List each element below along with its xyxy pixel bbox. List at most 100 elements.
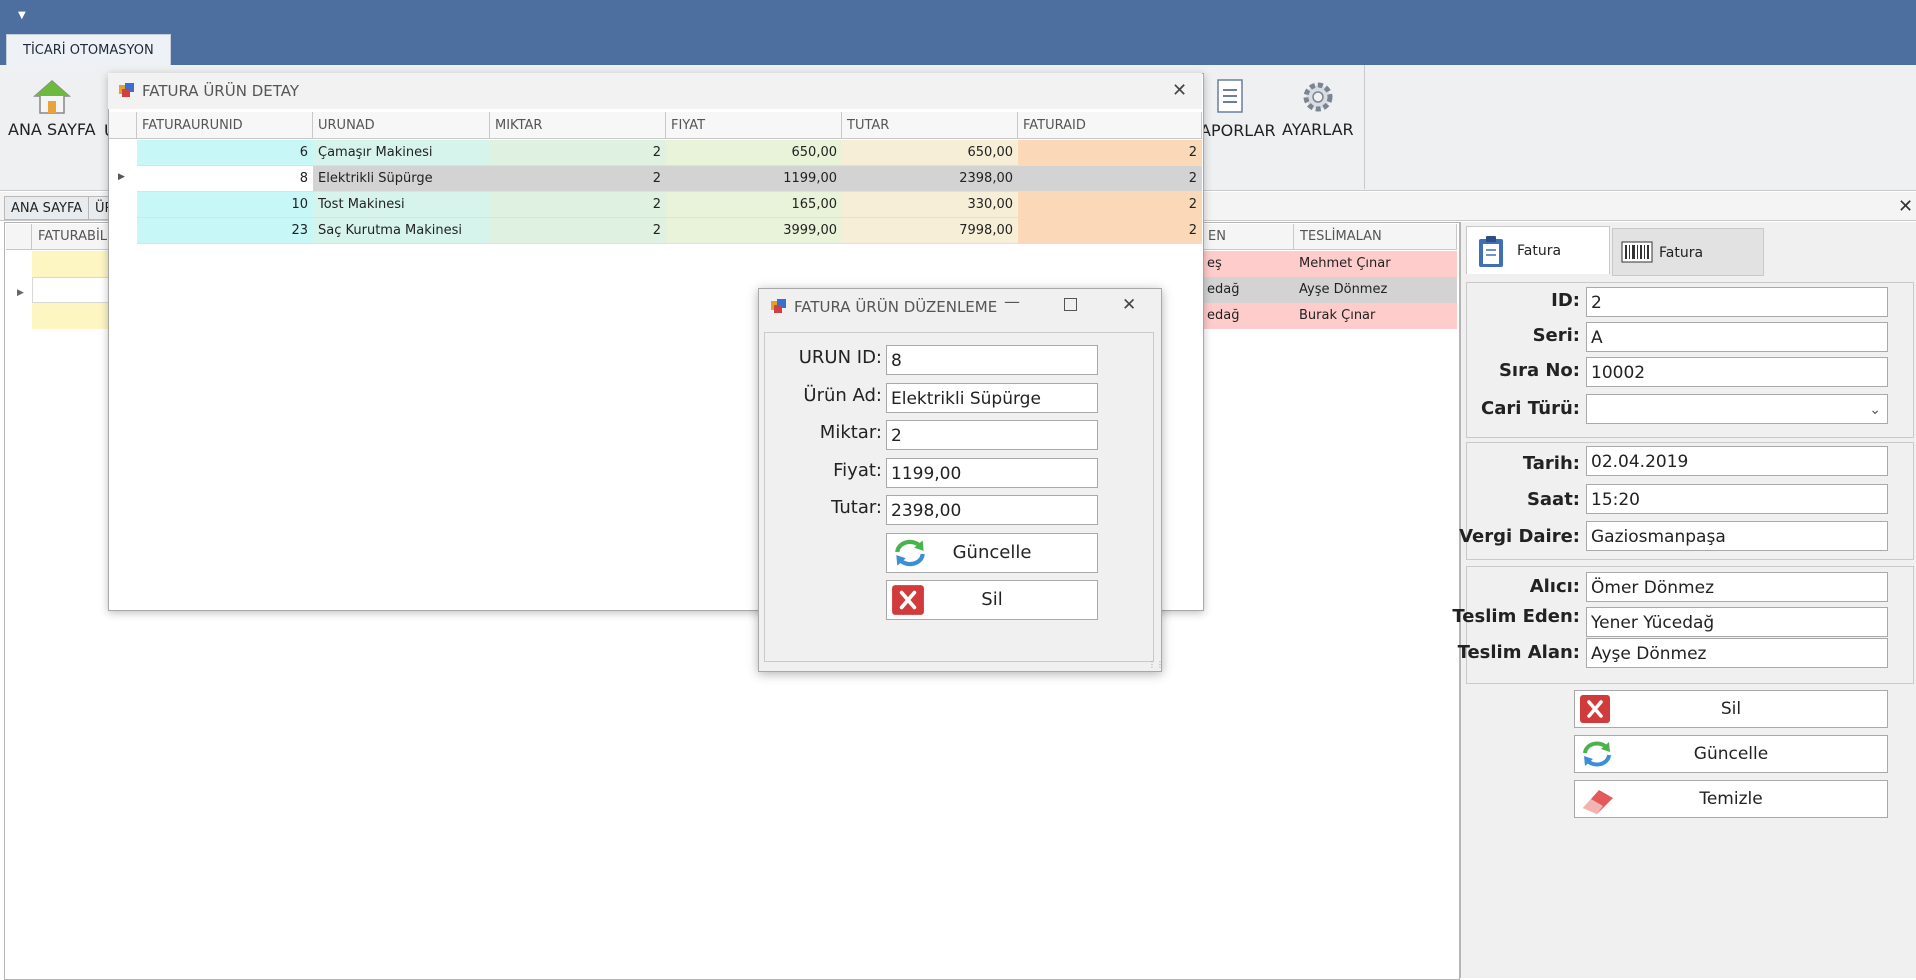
table-cell[interactable]: 6 (137, 140, 313, 166)
update-invoice-button[interactable]: Güncelle (1574, 735, 1888, 773)
field-label: Seri: (1532, 325, 1580, 346)
table-cell[interactable]: 23 (137, 218, 313, 244)
table-cell[interactable]: Mehmet Çınar (1294, 251, 1457, 277)
product-name-field[interactable]: Elektrikli Süpürge (886, 383, 1098, 413)
window-title: FATURA ÜRÜN DÜZENLEME (794, 298, 998, 316)
field-label: Tutar: (831, 497, 882, 518)
delete-product-button[interactable]: Sil (886, 580, 1098, 620)
table-cell[interactable]: 1199,00 (666, 166, 842, 192)
vergi-daire-field[interactable]: Gaziosmanpaşa (1586, 521, 1888, 551)
tab-fatura-detaylari[interactable]: Fatura Detayları (1612, 228, 1764, 309)
maximize-icon[interactable] (1064, 298, 1077, 311)
sira-no-field[interactable]: 10002 (1586, 357, 1888, 387)
table-cell[interactable]: 2 (490, 166, 666, 192)
table-cell[interactable]: 2 (490, 192, 666, 218)
gear-icon (1303, 82, 1333, 112)
table-cell[interactable]: 650,00 (842, 140, 1018, 166)
close-icon[interactable]: ✕ (1898, 196, 1913, 217)
close-icon[interactable]: ✕ (1122, 295, 1136, 315)
refresh-icon (895, 539, 925, 567)
grid-header[interactable]: TESLİMALAN (1294, 224, 1457, 250)
table-cell[interactable]: Tost Makinesi (313, 192, 490, 218)
table-cell[interactable]: 165,00 (666, 192, 842, 218)
button-label: Sil (1720, 699, 1742, 719)
total-field[interactable]: 2398,00 (886, 495, 1098, 525)
clipboard-icon (1479, 236, 1503, 267)
grid-header[interactable]: MIKTAR (490, 112, 666, 139)
seri-field[interactable]: A (1586, 322, 1888, 352)
button-label: Güncelle (952, 542, 1032, 563)
product-id-field[interactable]: 8 (886, 345, 1098, 375)
table-cell[interactable]: 2 (490, 218, 666, 244)
grid-row-indicator-header (109, 112, 137, 139)
grid-header[interactable]: TUTAR (842, 112, 1018, 139)
button-label: Temizle (1699, 789, 1763, 809)
table-cell[interactable]: 2 (1018, 192, 1202, 218)
ribbon-separator (1364, 65, 1365, 189)
button-label: Sil (981, 589, 1003, 610)
field-label: Sıra No: (1498, 360, 1580, 381)
field-label: ID: (1551, 290, 1580, 311)
grid-header[interactable]: EN (1202, 224, 1294, 250)
table-cell[interactable]: 3999,00 (666, 218, 842, 244)
table-cell[interactable] (32, 251, 110, 277)
table-cell[interactable] (32, 303, 110, 329)
field-label: Cari Türü: (1481, 398, 1580, 419)
grid-header[interactable]: FATURABİL (32, 224, 110, 250)
teslim-eden-field[interactable]: Yener Yücedağ (1586, 607, 1888, 637)
table-cell[interactable]: Çamaşır Makinesi (313, 140, 490, 166)
home-button[interactable]: ANA SAYFA (8, 78, 96, 139)
quantity-field[interactable]: 2 (886, 420, 1098, 450)
table-cell[interactable]: 8 (137, 166, 313, 192)
table-cell[interactable]: Elektrikli Süpürge (313, 166, 490, 192)
row-indicator-icon: ▶ (17, 288, 24, 298)
ribbon-tab-ticari-otomasyon[interactable]: TİCARİ OTOMASYON (6, 34, 171, 65)
barcode-icon (1621, 241, 1653, 263)
alici-field[interactable]: Ömer Dönmez (1586, 572, 1888, 602)
table-cell[interactable]: 2398,00 (842, 166, 1018, 192)
teslim-alan-field[interactable]: Ayşe Dönmez (1586, 638, 1888, 668)
tarih-field[interactable]: 02.04.2019 (1586, 446, 1888, 476)
table-cell[interactable]: Saç Kurutma Makinesi (313, 218, 490, 244)
table-cell[interactable]: 2 (1018, 140, 1202, 166)
table-cell[interactable]: eş (1202, 251, 1294, 277)
table-cell[interactable]: 330,00 (842, 192, 1018, 218)
table-cell[interactable]: 2 (490, 140, 666, 166)
app-icon (119, 83, 134, 97)
grid-header[interactable]: FIYAT (666, 112, 842, 139)
window-title: FATURA ÜRÜN DETAY (142, 82, 299, 100)
table-cell[interactable]: edağ (1202, 277, 1294, 303)
invoice-id-field[interactable]: 2 (1586, 287, 1888, 317)
table-cell[interactable] (32, 277, 110, 303)
doc-tab-products[interactable]: ÜR (88, 196, 110, 220)
grid-header[interactable]: FATURAURUNID (137, 112, 313, 139)
field-label: Teslim Eden: (1452, 606, 1580, 627)
table-cell[interactable]: 2 (1018, 166, 1202, 192)
doc-tab-home[interactable]: ANA SAYFA (4, 196, 90, 220)
table-cell[interactable]: 7998,00 (842, 218, 1018, 244)
table-cell[interactable]: 650,00 (666, 140, 842, 166)
tab-fatura-bilgileri[interactable]: Fatura Bilgileri (1466, 226, 1610, 307)
button-label: Güncelle (1693, 744, 1769, 764)
cari-turu-select[interactable]: ⌄ (1586, 394, 1888, 424)
clear-button[interactable]: Temizle (1574, 780, 1888, 818)
close-icon[interactable]: ✕ (1172, 80, 1187, 101)
ribbon-header (0, 0, 1916, 65)
minimize-icon[interactable]: — (1004, 292, 1020, 311)
row-indicator-icon: ▶ (118, 172, 125, 182)
grid-header[interactable]: FATURAID (1018, 112, 1202, 139)
quick-access-dropdown-icon[interactable]: ▼ (18, 10, 26, 21)
price-field[interactable]: 1199,00 (886, 458, 1098, 488)
saat-field[interactable]: 15:20 (1586, 484, 1888, 514)
settings-button[interactable]: AYARLAR (1282, 78, 1354, 139)
delete-invoice-button[interactable]: Sil (1574, 690, 1888, 728)
update-product-button[interactable]: Güncelle (886, 533, 1098, 573)
reports-button-label[interactable]: APORLAR (1200, 121, 1276, 140)
grid-header[interactable]: URUNAD (313, 112, 490, 139)
table-cell[interactable]: edağ (1202, 303, 1294, 329)
field-label: Ürün Ad: (803, 385, 882, 406)
table-cell[interactable]: 2 (1018, 218, 1202, 244)
resize-grip-icon[interactable]: ⋮⋮ (1148, 660, 1164, 669)
delete-icon (892, 585, 924, 615)
table-cell[interactable]: 10 (137, 192, 313, 218)
